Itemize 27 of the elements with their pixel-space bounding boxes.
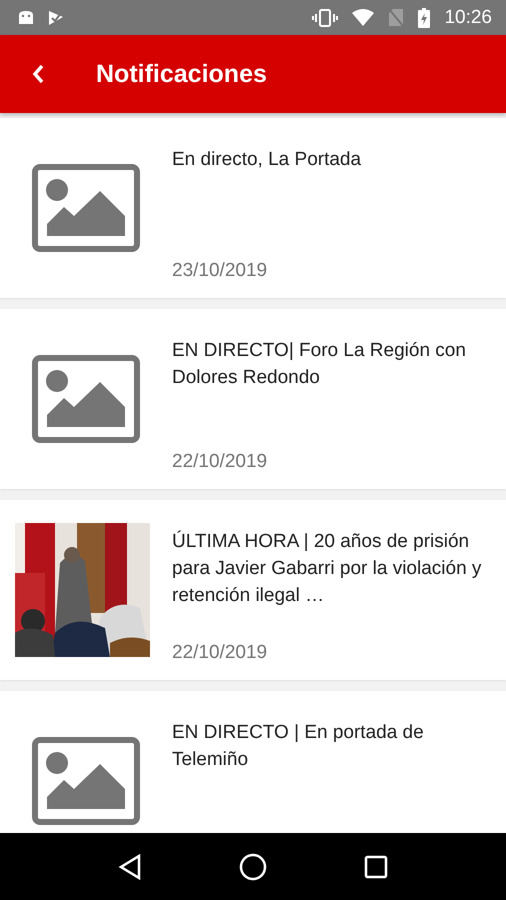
notification-card[interactable]: EN DIRECTO| Foro La Región con Dolores Redondo 22/10/2019: [0, 309, 506, 489]
notification-date: 22/10/2019: [172, 642, 268, 664]
image-placeholder-icon: [32, 164, 140, 252]
notification-title: EN DIRECTO| Foro La Región con Dolores Redondo: [172, 339, 467, 390]
page-title: Notificaciones: [96, 60, 267, 88]
notification-date: 22/10/2019: [172, 451, 268, 473]
notification-title: ÚLTIMA HORA | 20 años de prisión para Javier Gabarri por la violación y retención ilegal …: [172, 530, 482, 608]
check-flag-icon: [48, 10, 64, 26]
image-placeholder-icon: [32, 737, 140, 825]
recents-nav-button[interactable]: [364, 854, 388, 878]
wifi-icon: [352, 9, 374, 26]
back-nav-button[interactable]: [118, 854, 142, 880]
battery-charging-icon: [418, 8, 430, 28]
notification-title: EN DIRECTO | En portada de Telemiño: [172, 721, 425, 772]
notification-title: En directo, La Portada: [172, 148, 362, 172]
notification-date: 23/10/2019: [172, 260, 268, 282]
vibrate-icon: [312, 8, 338, 26]
notification-card[interactable]: ÚLTIMA HORA | 20 años de prisión para Javier Gabarri por la violación y retención ilegal … 22/10/2019: [0, 500, 506, 680]
image-placeholder-icon: [32, 355, 140, 443]
android-icon: [18, 10, 34, 25]
back-chevron-icon: [32, 64, 44, 84]
home-nav-button[interactable]: [238, 852, 267, 880]
notification-card[interactable]: En directo, La Portada 23/10/2019: [0, 118, 506, 298]
no-sim-icon: [388, 8, 404, 27]
back-button[interactable]: [32, 64, 44, 84]
notification-card[interactable]: EN DIRECTO | En portada de Telemiño: [0, 691, 506, 833]
clock-time: 10:26: [444, 6, 492, 28]
